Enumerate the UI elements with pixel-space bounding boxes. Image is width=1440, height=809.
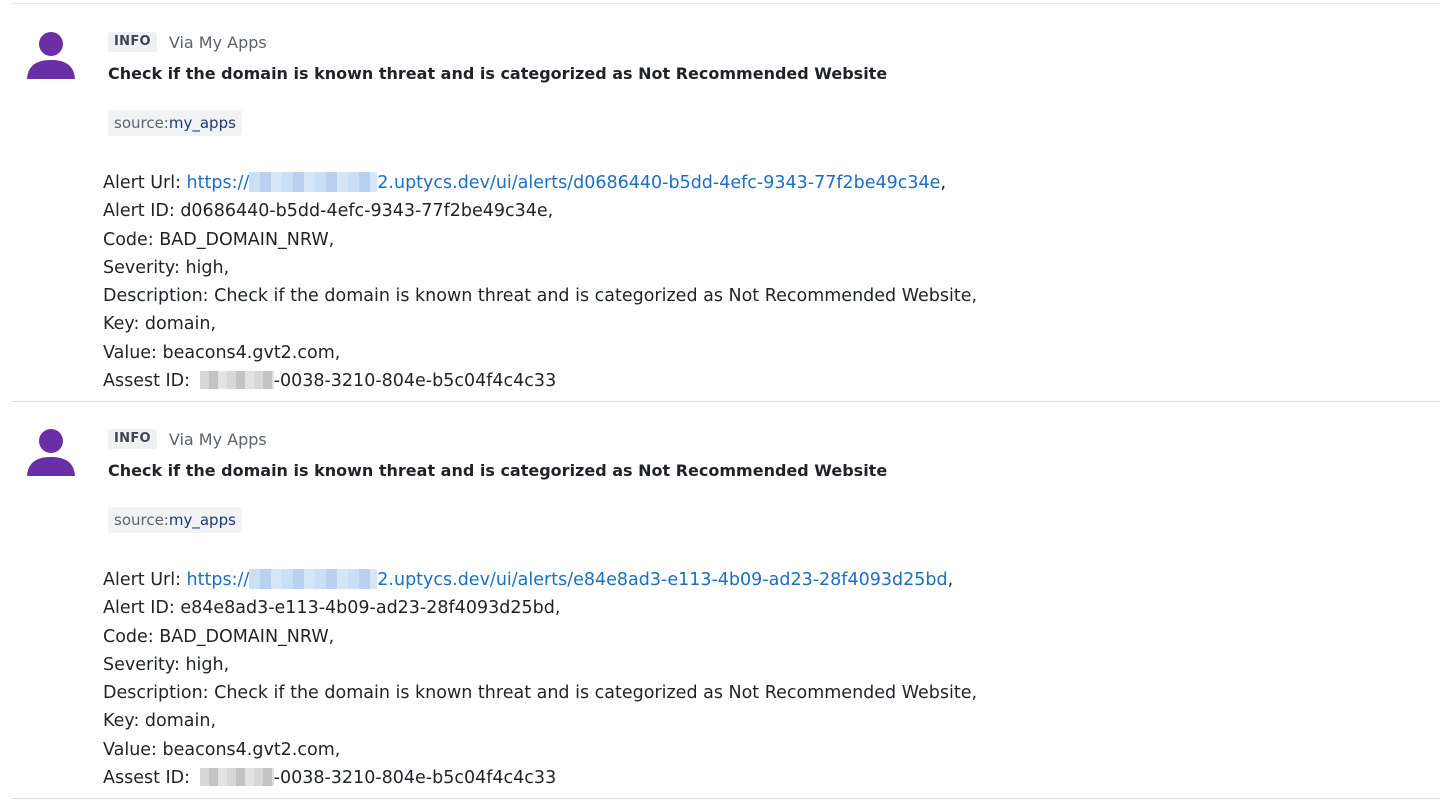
- alert-url-line: Alert Url: https:// 2.uptycs.dev/ui/alert…: [103, 169, 977, 197]
- event-title: Check if the domain is known threat and …: [108, 461, 888, 480]
- key-line: Key: domain,: [103, 711, 217, 732]
- source-via-label: Via My Apps: [168, 32, 267, 52]
- value-line: Value: beacons4.gvt2.com,: [103, 342, 341, 363]
- tag-value: my_apps: [168, 114, 236, 132]
- alert-url-trailing: ,: [947, 570, 954, 590]
- event-divider: [12, 798, 1440, 799]
- code-line: Code: BAD_DOMAIN_NRW,: [103, 229, 335, 250]
- value-line: Value: beacons4.gvt2.com,: [103, 739, 341, 760]
- alert-url-link[interactable]: https:// 2.uptycs.dev/ui/alerts/e84e8ad3-…: [186, 569, 948, 590]
- alert-url-label: Alert Url:: [103, 173, 187, 193]
- asset-id-label: Assest ID:: [103, 371, 196, 392]
- asset-id-suffix: -0038-3210-804e-b5c04f4c4c33: [273, 768, 557, 789]
- event-details: Alert Url: https:// 2.uptycs.dev/ui/alert…: [103, 169, 977, 395]
- user-avatar-icon: [22, 426, 80, 480]
- key-line: Key: domain,: [103, 314, 217, 335]
- severity-line: Severity: high,: [103, 257, 230, 278]
- alert-url-prefix: https://: [186, 570, 250, 590]
- level-badge: INFO: [108, 429, 157, 449]
- code-line: Code: BAD_DOMAIN_NRW,: [103, 626, 335, 647]
- event-header: INFO Via My Apps: [108, 29, 267, 55]
- asset-id-line: Assest ID: -0038-3210-804e-b5c04f4c4c33: [103, 367, 977, 395]
- alert-url-line: Alert Url: https:// 2.uptycs.dev/ui/alert…: [103, 566, 977, 594]
- event-title: Check if the domain is known threat and …: [108, 64, 888, 83]
- redacted-host-block: [249, 172, 378, 192]
- asset-id-label: Assest ID:: [103, 768, 196, 789]
- alert-url-suffix: 2.uptycs.dev/ui/alerts/d0686440-b5dd-4ef…: [377, 173, 941, 193]
- redacted-asset-block: [199, 768, 274, 787]
- description-line: Description: Check if the domain is know…: [103, 286, 978, 307]
- alert-url-link[interactable]: https:// 2.uptycs.dev/ui/alerts/d0686440-…: [186, 172, 941, 193]
- asset-id-line: Assest ID: -0038-3210-804e-b5c04f4c4c33: [103, 764, 977, 792]
- event-item: INFO Via My Apps Check if the domain is …: [12, 401, 1440, 799]
- description-line: Description: Check if the domain is know…: [103, 683, 978, 704]
- alert-url-prefix: https://: [186, 173, 250, 193]
- alert-id-line: Alert ID: e84e8ad3-e113-4b09-ad23-28f409…: [103, 598, 561, 619]
- alert-url-label: Alert Url:: [103, 570, 187, 590]
- redacted-host-block: [249, 569, 378, 589]
- severity-line: Severity: high,: [103, 654, 230, 675]
- alert-id-line: Alert ID: d0686440-b5dd-4efc-9343-77f2be…: [103, 201, 554, 222]
- alert-url-trailing: ,: [940, 173, 947, 193]
- source-via-label: Via My Apps: [168, 429, 267, 449]
- user-avatar-icon: [22, 29, 80, 83]
- tag-value: my_apps: [168, 511, 236, 529]
- tag-key: source:: [114, 511, 169, 529]
- event-header: INFO Via My Apps: [108, 426, 267, 452]
- event-details: Alert Url: https:// 2.uptycs.dev/ui/alert…: [103, 566, 977, 792]
- asset-id-suffix: -0038-3210-804e-b5c04f4c4c33: [273, 371, 557, 392]
- redacted-asset-block: [199, 371, 274, 390]
- source-tag[interactable]: source:my_apps: [108, 110, 242, 136]
- source-tag[interactable]: source:my_apps: [108, 507, 242, 533]
- alert-url-suffix: 2.uptycs.dev/ui/alerts/e84e8ad3-e113-4b0…: [377, 570, 948, 590]
- tag-key: source:: [114, 114, 169, 132]
- level-badge: INFO: [108, 32, 157, 52]
- event-item: INFO Via My Apps Check if the domain is …: [12, 4, 1440, 402]
